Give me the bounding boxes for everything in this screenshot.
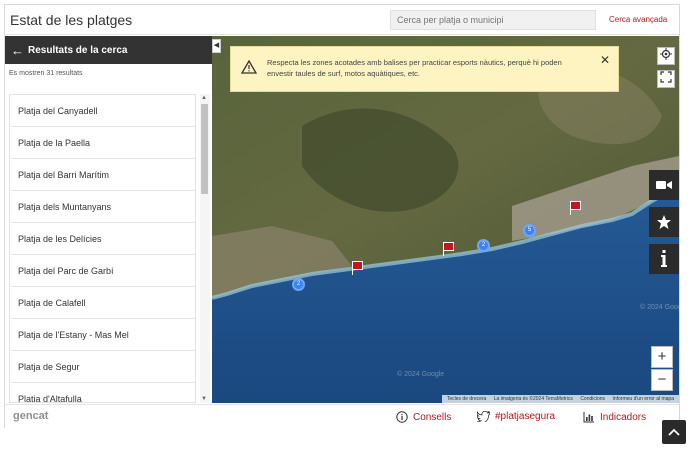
app-window: Estat de les platges Cerca avançada ← Re…: [4, 4, 680, 428]
video-camera-icon[interactable]: [649, 170, 679, 200]
footer-link-label: #platjasegura: [495, 411, 556, 422]
star-icon[interactable]: [649, 207, 679, 237]
locate-icon[interactable]: [657, 47, 675, 65]
scroll-down-icon[interactable]: ▼: [201, 396, 207, 402]
scroll-up-icon[interactable]: ▲: [201, 95, 207, 101]
beach-flag-marker[interactable]: [570, 201, 581, 215]
advanced-search-link[interactable]: Cerca avançada: [609, 15, 667, 24]
map-watermark: © 2024 Google: [640, 303, 679, 311]
list-item[interactable]: Platja dels Muntanyans: [10, 191, 195, 223]
footer-link-label: Consells: [413, 411, 452, 423]
list-item[interactable]: Platja del Barri Marítim: [10, 159, 195, 191]
beach-cluster-marker[interactable]: 2: [477, 239, 490, 252]
results-list: Platja del Canyadell Platja de la Paella…: [9, 94, 196, 403]
list-item[interactable]: Platja d'Altafulla: [10, 383, 195, 402]
search-input[interactable]: [390, 10, 596, 30]
results-scrollbar[interactable]: ▲ ▼: [200, 94, 210, 403]
page-title: Estat de les platges: [10, 12, 133, 28]
list-item[interactable]: Platja de les Delícies: [10, 223, 195, 255]
info-icon[interactable]: [649, 244, 679, 274]
header: Estat de les platges Cerca avançada: [5, 5, 679, 35]
alert-text: Respecta les zones acotades amb balises …: [267, 58, 562, 78]
list-item[interactable]: Platja de l'Estany - Mas Mel: [10, 319, 195, 351]
list-item[interactable]: Platja de Calafell: [10, 287, 195, 319]
chart-icon: [583, 412, 594, 423]
collapse-sidebar-button[interactable]: ◀: [212, 39, 221, 53]
chevron-up-icon: [668, 428, 680, 436]
footer-link-platjasegura[interactable]: #platjasegura: [477, 411, 555, 422]
footer-link-consells[interactable]: Consells: [396, 411, 451, 423]
beach-flag-marker[interactable]: [352, 261, 363, 275]
imagery-credit: La imatgeria és ©2024 TerraMetrics: [493, 396, 573, 402]
fullscreen-icon[interactable]: [657, 70, 675, 88]
list-item[interactable]: Platja del Parc de Garbí: [10, 255, 195, 287]
results-heading: Resultats de la cerca: [28, 44, 128, 56]
scrollbar-thumb[interactable]: [201, 104, 208, 194]
beach-flag-marker[interactable]: [443, 242, 454, 256]
alert-banner: Respecta les zones acotades amb balises …: [230, 46, 619, 92]
map-attribution: Tecles de drecera La imatgeria és ©2024 …: [441, 395, 679, 403]
report-error-link[interactable]: Informeu d'un error al mapa: [612, 396, 674, 402]
keyboard-shortcuts-link[interactable]: Tecles de drecera: [447, 396, 486, 402]
beach-cluster-marker[interactable]: 5: [523, 224, 536, 237]
footer-link-label: Indicadors: [600, 411, 647, 423]
info-icon: [396, 411, 408, 423]
list-item[interactable]: Platja del Canyadell: [10, 95, 195, 127]
list-item[interactable]: Platja de la Paella: [10, 127, 195, 159]
terms-link[interactable]: Condicions: [580, 396, 605, 402]
results-header[interactable]: ← Resultats de la cerca: [5, 36, 212, 64]
zoom-out-button[interactable]: −: [651, 369, 673, 391]
back-to-top-button[interactable]: [662, 420, 686, 444]
footer-link-indicadors[interactable]: Indicadors: [583, 411, 646, 423]
footer: gencat Consells #platjasegura Indicadors: [5, 404, 679, 428]
map-watermark: © 2024 Google: [397, 370, 444, 378]
map-view[interactable]: © 2024 Google © 2024 Google 2 2 5 Respec…: [212, 36, 679, 403]
list-item[interactable]: Platja de Segur: [10, 351, 195, 383]
results-count: Es mostren 31 resultats: [9, 70, 83, 77]
zoom-in-button[interactable]: +: [651, 346, 673, 368]
arrow-left-icon[interactable]: ←: [11, 43, 24, 58]
gencat-logo[interactable]: gencat: [13, 410, 48, 422]
close-icon[interactable]: ✕: [600, 54, 610, 66]
beach-cluster-marker[interactable]: 2: [292, 278, 305, 291]
warning-icon: [240, 59, 258, 77]
results-sidebar: ← Resultats de la cerca Es mostren 31 re…: [5, 36, 212, 403]
twitter-icon: [477, 411, 490, 422]
